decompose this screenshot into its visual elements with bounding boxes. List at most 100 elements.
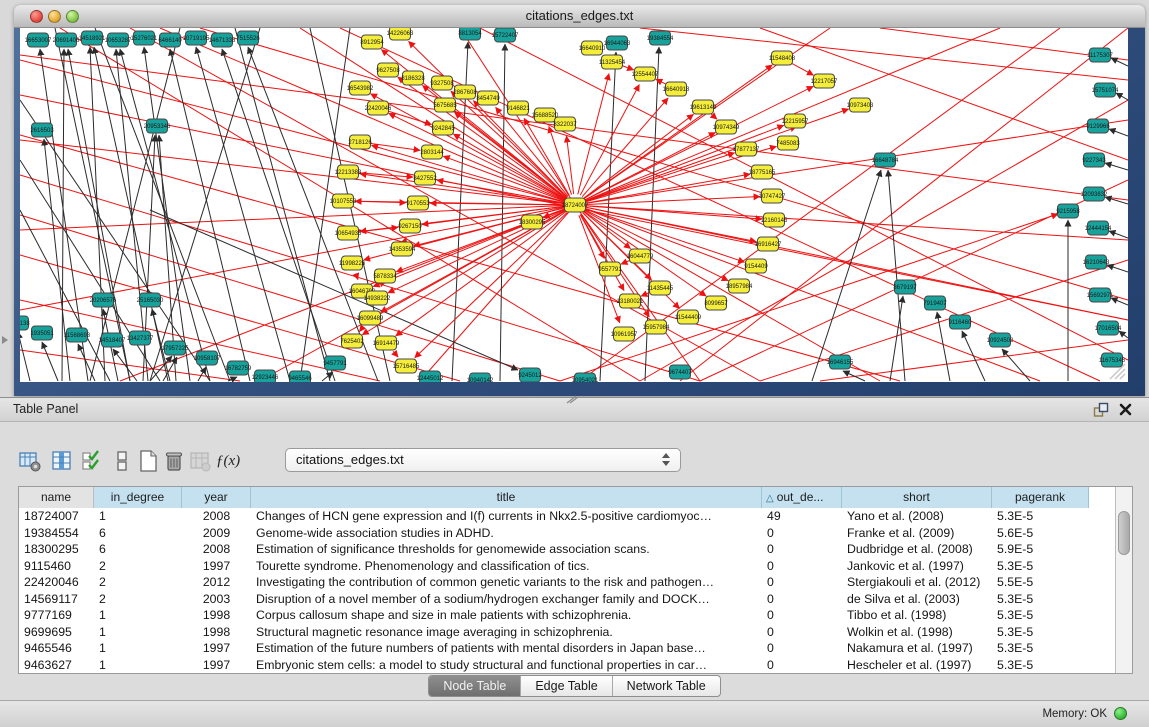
red-edge[interactable] xyxy=(20,60,575,205)
network-node[interactable]: 9095138 xyxy=(20,316,30,330)
red-edge[interactable] xyxy=(359,227,398,231)
network-node[interactable]: 10974349 xyxy=(713,120,740,134)
network-node[interactable]: 12554407 xyxy=(632,67,659,81)
network-node[interactable]: 10653287 xyxy=(105,33,132,47)
network-node[interactable]: 15276021 xyxy=(131,31,158,45)
network-node[interactable]: 13427377 xyxy=(127,331,154,345)
network-node[interactable]: 10961957 xyxy=(611,327,638,341)
network-node[interactable]: 10924502 xyxy=(987,333,1014,347)
red-edge[interactable] xyxy=(200,28,1128,300)
new-table-icon[interactable] xyxy=(136,449,160,473)
black-edge[interactable] xyxy=(248,47,378,381)
network-node[interactable]: 16946155 xyxy=(827,355,854,369)
table-row[interactable]: 946362711997Embryonic stem cells: a mode… xyxy=(19,657,1116,674)
red-edge[interactable] xyxy=(359,327,363,332)
network-node[interactable]: 9557791 xyxy=(598,262,622,276)
black-edge[interactable] xyxy=(500,44,505,381)
network-node[interactable]: 14226063 xyxy=(387,28,414,40)
column-header-short[interactable]: short xyxy=(842,487,992,508)
float-panel-icon[interactable] xyxy=(1093,402,1109,418)
column-header-year[interactable]: year xyxy=(182,487,251,508)
network-node[interactable]: 17957225 xyxy=(162,341,189,355)
network-node[interactable]: 20953346 xyxy=(144,119,171,133)
column-header-title[interactable]: title xyxy=(251,487,762,508)
network-node[interactable]: 16044779 xyxy=(627,249,654,263)
black-edge[interactable] xyxy=(44,139,70,381)
network-node[interactable]: 11568693 xyxy=(64,328,91,342)
table-vertical-scrollbar[interactable] xyxy=(1115,487,1132,673)
network-node[interactable]: 15751074 xyxy=(1092,83,1119,97)
red-edge[interactable] xyxy=(389,111,432,124)
network-node[interactable]: 10719195 xyxy=(183,31,210,45)
table-row[interactable]: 977716911998Corpus callosum shape and si… xyxy=(19,607,1116,624)
network-node[interactable]: 2616503 xyxy=(30,123,54,137)
close-panel-icon[interactable] xyxy=(1118,402,1133,417)
red-edge[interactable] xyxy=(622,66,633,70)
black-edge[interactable] xyxy=(222,49,335,381)
network-node[interactable]: 9170553 xyxy=(406,196,430,210)
network-node[interactable]: 9245012 xyxy=(518,368,542,382)
red-edge[interactable] xyxy=(585,153,734,202)
network-node[interactable]: 9457791 xyxy=(323,356,347,370)
network-node[interactable]: 12093832 xyxy=(1081,187,1108,201)
network-node[interactable]: 11435445 xyxy=(647,281,674,295)
red-edge[interactable] xyxy=(578,74,609,195)
red-edge[interactable] xyxy=(621,260,630,264)
network-node[interactable]: 14353594 xyxy=(389,242,416,256)
network-node[interactable]: 10654935 xyxy=(335,226,362,240)
column-header-out_de[interactable]: △out_de... xyxy=(762,487,842,508)
red-edge[interactable] xyxy=(420,205,575,381)
network-node[interactable]: 16916427 xyxy=(755,237,782,251)
network-node[interactable]: 18957984 xyxy=(726,279,753,293)
red-edge[interactable] xyxy=(585,125,784,201)
tab-edge-table[interactable]: Edge Table xyxy=(521,676,612,696)
network-node[interactable]: 7485083 xyxy=(776,136,800,150)
network-node[interactable]: 18300295 xyxy=(519,215,546,229)
network-node[interactable]: 12217057 xyxy=(811,74,838,88)
network-node[interactable]: 12923446 xyxy=(252,370,279,382)
network-node[interactable]: 8813054 xyxy=(458,28,482,40)
table-row[interactable]: 1938455462009Genome-wide association stu… xyxy=(19,525,1116,542)
network-node[interactable]: 8679197 xyxy=(893,280,917,294)
network-canvas[interactable]: 1872400718300295891295414226063962750816… xyxy=(20,28,1128,382)
table-row[interactable]: 1830029562008Estimation of significance … xyxy=(19,541,1116,558)
network-node[interactable]: 7625402 xyxy=(340,334,364,348)
import-table-icon[interactable] xyxy=(188,449,212,473)
network-node[interactable]: 16648784 xyxy=(872,153,899,167)
network-node[interactable]: 10954021 xyxy=(572,373,599,382)
network-node[interactable]: 16543982 xyxy=(347,81,374,95)
network-node[interactable]: 16944063 xyxy=(604,36,631,50)
table-row[interactable]: 969969511998Structural magnetic resonanc… xyxy=(19,624,1116,641)
network-node[interactable]: 11998226 xyxy=(339,256,366,270)
black-edge[interactable] xyxy=(235,28,330,381)
table-row[interactable]: 911546021997Tourette syndrome. Phenomeno… xyxy=(19,558,1116,575)
black-edge[interactable] xyxy=(1109,231,1128,238)
red-edge[interactable] xyxy=(760,260,1128,381)
black-edge[interactable] xyxy=(843,371,865,381)
network-node[interactable]: 9465546 xyxy=(288,371,312,382)
network-node[interactable]: 13180021 xyxy=(617,294,644,308)
black-edge[interactable] xyxy=(890,296,903,381)
row-height-icon[interactable] xyxy=(110,449,134,473)
network-node[interactable]: 18775165 xyxy=(749,165,776,179)
network-node[interactable]: 8099657 xyxy=(704,296,728,310)
network-node[interactable]: 16914479 xyxy=(373,336,400,350)
scrollbar-thumb[interactable] xyxy=(1118,511,1130,555)
network-node[interactable]: 10940142 xyxy=(467,373,494,382)
network-node[interactable]: 11544409 xyxy=(675,310,702,324)
black-edge[interactable] xyxy=(90,47,105,381)
network-node[interactable]: 9674407 xyxy=(668,365,692,379)
network-node[interactable]: 5878334 xyxy=(373,269,397,283)
black-edge[interactable] xyxy=(962,331,985,381)
network-node[interactable]: 7919407 xyxy=(923,296,947,310)
network-node[interactable]: 25165030 xyxy=(137,293,164,307)
black-edge[interactable] xyxy=(1105,163,1128,170)
network-node[interactable]: 12444154 xyxy=(1085,221,1112,235)
network-node[interactable]: 1935051 xyxy=(30,326,54,340)
red-edge[interactable] xyxy=(393,351,398,357)
network-node[interactable]: 14518921 xyxy=(79,31,106,45)
network-node[interactable]: 10107553 xyxy=(330,194,357,208)
column-header-pagerank[interactable]: pagerank xyxy=(992,487,1089,508)
network-node[interactable]: 5675685 xyxy=(433,98,457,112)
network-node[interactable]: 15692971 xyxy=(1087,288,1114,302)
